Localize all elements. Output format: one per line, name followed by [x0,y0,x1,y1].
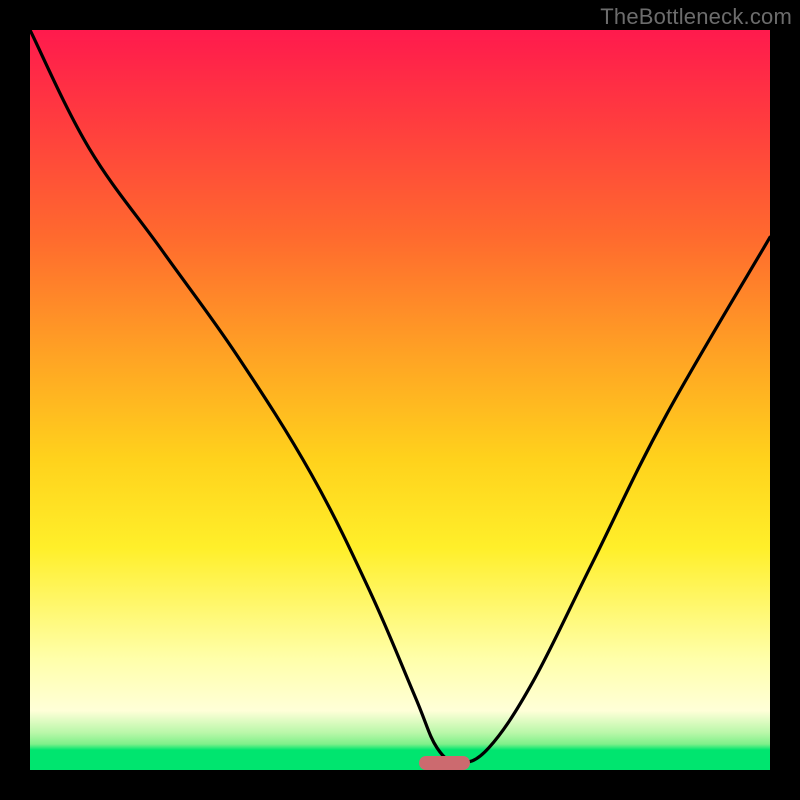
optimal-range-marker [419,756,471,770]
chart-frame [30,30,770,770]
watermark-text: TheBottleneck.com [600,4,792,30]
bottleneck-curve [30,30,770,770]
